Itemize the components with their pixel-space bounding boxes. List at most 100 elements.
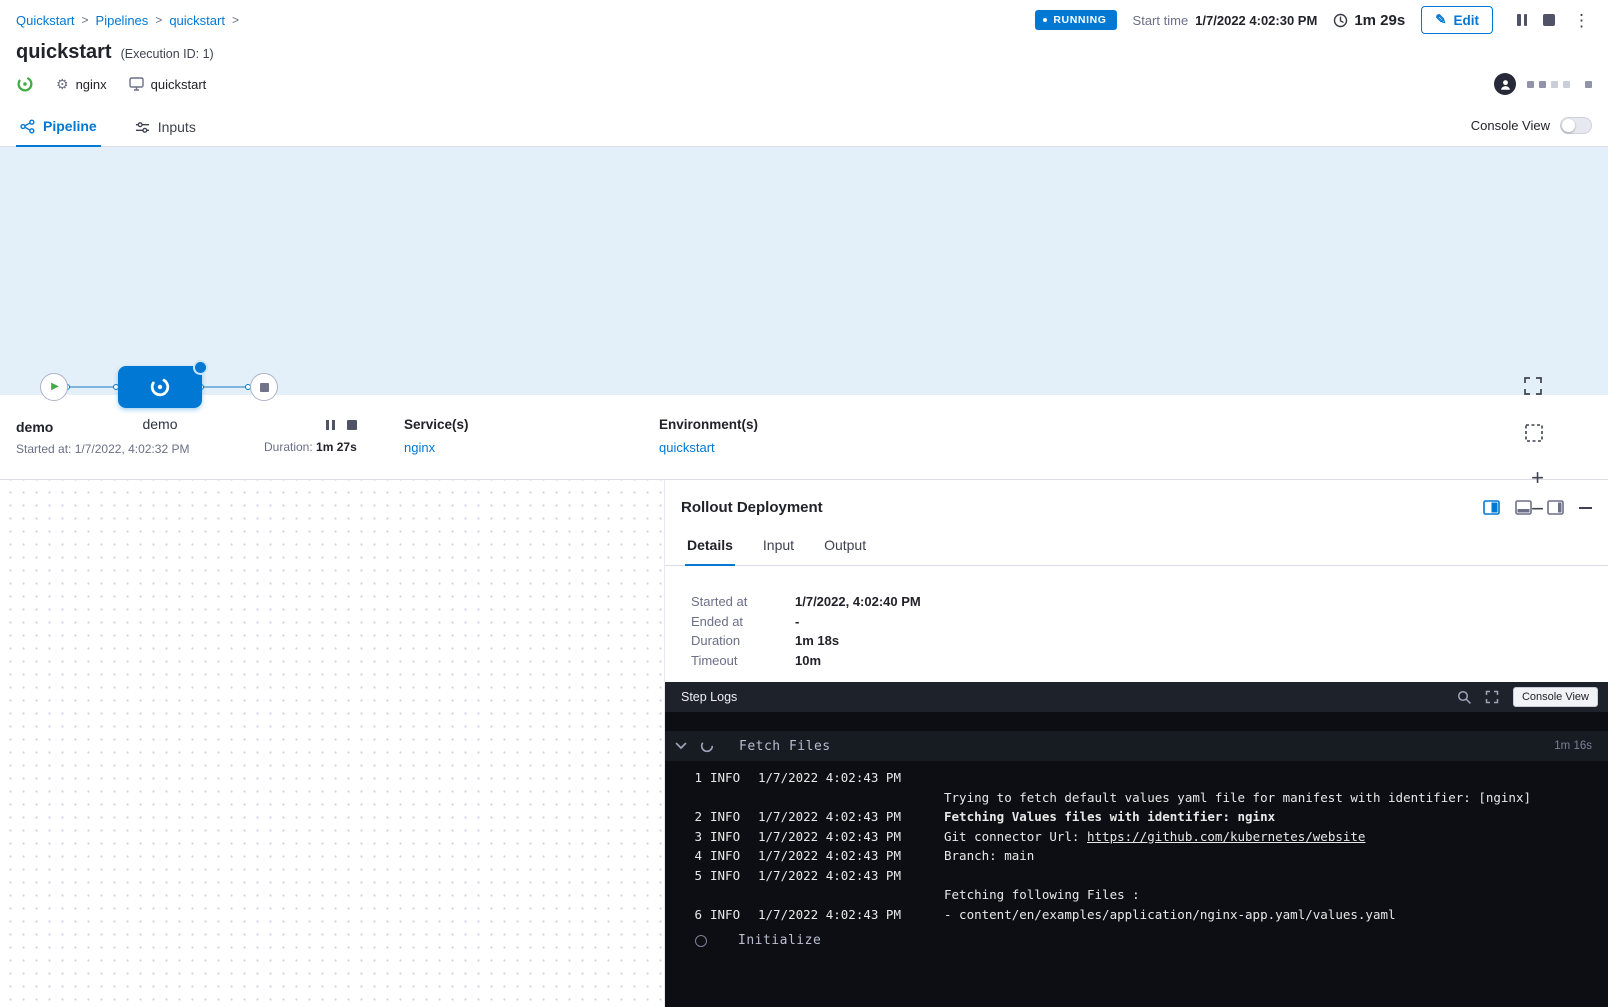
detail-label: Timeout (691, 651, 795, 671)
meta-row: ⚙ nginx quickstart (0, 71, 1608, 105)
log-message: Git connector Url: https://github.com/ku… (944, 827, 1592, 847)
service-chip[interactable]: ⚙ nginx (56, 77, 107, 92)
step-panel-title: Rollout Deployment (681, 499, 1483, 516)
search-icon[interactable] (1457, 690, 1471, 704)
stage-summary-bar: demo Started at: 1/7/2022, 4:02:32 PM Du… (0, 395, 1608, 480)
marquee-select-button[interactable] (1524, 423, 1544, 443)
log-timestamp: 1/7/2022 4:02:43 PM (758, 905, 944, 925)
tab-inputs[interactable]: Inputs (131, 109, 200, 146)
user-avatar[interactable] (1494, 73, 1516, 95)
log-message: Fetching Values files with identifier: n… (944, 807, 1592, 827)
log-level: INFO (710, 905, 758, 925)
stage-node-demo[interactable] (118, 366, 202, 408)
log-timestamp: 1/7/2022 4:02:43 PM (758, 827, 944, 847)
fullscreen-button[interactable] (1522, 375, 1544, 397)
layout-split-large-icon[interactable] (1547, 500, 1564, 515)
tab-details[interactable]: Details (685, 529, 735, 566)
layout-split-right-icon[interactable] (1483, 500, 1500, 515)
stage-graph-canvas[interactable]: ▶ demo + − (0, 147, 1608, 395)
layout-split-bottom-icon[interactable] (1515, 500, 1532, 515)
cd-module-icon (16, 75, 34, 93)
start-time: Start time1/7/2022 4:02:30 PM (1133, 13, 1318, 28)
edit-button-label: Edit (1454, 13, 1480, 28)
environment-link[interactable]: quickstart (659, 440, 715, 455)
zoom-out-button[interactable]: − (1531, 498, 1544, 520)
service-link[interactable]: nginx (404, 440, 435, 455)
pending-circle-icon (695, 935, 707, 947)
console-view-button[interactable]: Console View (1513, 687, 1598, 707)
detail-row: Started at 1/7/2022, 4:02:40 PM (691, 592, 1582, 612)
log-timestamp: 1/7/2022 4:02:43 PM (758, 846, 944, 866)
bottom-split: ⚙ ✓ Service ✓ Infrastructure Resource Co… (0, 480, 1608, 1007)
tab-pipeline-label: Pipeline (43, 118, 97, 134)
detail-value: 1m 18s (795, 631, 839, 651)
step-panel-header: Rollout Deployment (665, 480, 1608, 529)
pipeline-end-node (250, 373, 278, 401)
breadcrumb-link-quickstart[interactable]: Quickstart (16, 13, 75, 28)
log-line: 1 INFO 1/7/2022 4:02:43 PM (694, 768, 1592, 788)
log-timestamp: 1/7/2022 4:02:43 PM (758, 866, 944, 886)
log-lines[interactable]: 1 INFO 1/7/2022 4:02:43 PM Trying to fet… (665, 761, 1608, 924)
git-connector-link[interactable]: https://github.com/kubernetes/website (1087, 829, 1365, 844)
log-line-number: 6 (694, 905, 702, 925)
stage-status-square[interactable] (1539, 81, 1546, 88)
page-title: quickstart (16, 41, 112, 64)
execution-graph-canvas[interactable]: ⚙ ✓ Service ✓ Infrastructure Resource Co… (0, 480, 664, 1007)
breadcrumb-separator: > (232, 13, 239, 27)
edit-button[interactable]: ✎ Edit (1421, 6, 1493, 34)
log-level: INFO (710, 846, 758, 866)
log-line: 3 INFO 1/7/2022 4:02:43 PM Git connector… (694, 827, 1592, 847)
stage-running-badge (195, 362, 206, 373)
tab-pipeline[interactable]: Pipeline (16, 108, 101, 147)
pipeline-start-node[interactable]: ▶ (40, 373, 68, 401)
console-view-toggle[interactable] (1560, 117, 1592, 134)
breadcrumb-link-pipeline[interactable]: quickstart (169, 13, 225, 28)
stage-status-square[interactable] (1585, 81, 1592, 88)
elapsed-time: 1m 29s (1333, 12, 1405, 29)
zoom-in-button[interactable]: + (1531, 467, 1544, 489)
play-icon: ▶ (51, 382, 59, 392)
clock-icon (1333, 13, 1348, 28)
status-badge: RUNNING (1035, 10, 1116, 30)
log-message: Trying to fetch default values yaml file… (694, 788, 1592, 808)
more-options-icon[interactable]: ⋮ (1571, 12, 1592, 29)
stop-icon (260, 383, 269, 392)
status-badge-label: RUNNING (1053, 14, 1106, 26)
stage-status-square[interactable] (1563, 81, 1570, 88)
execution-id: (Execution ID: 1) (121, 47, 214, 61)
top-bar: Quickstart > Pipelines > quickstart > RU… (0, 0, 1608, 40)
spinner-icon (700, 739, 714, 753)
stage-started-at: Started at: 1/7/2022, 4:02:32 PM (16, 442, 264, 456)
app-root: Quickstart > Pipelines > quickstart > RU… (0, 0, 1608, 1007)
breadcrumb-link-pipelines[interactable]: Pipelines (96, 13, 149, 28)
step-logs-console: Step Logs Console View (665, 682, 1608, 1007)
breadcrumb-separator: > (82, 13, 89, 27)
pause-stage-button[interactable] (326, 420, 335, 430)
stage-status-square[interactable] (1527, 81, 1534, 88)
pause-pipeline-button[interactable] (1517, 14, 1527, 26)
log-line-number: 3 (694, 827, 702, 847)
elapsed-value: 1m 29s (1354, 12, 1405, 29)
toggle-knob (1562, 119, 1575, 132)
expand-logs-icon[interactable] (1485, 690, 1499, 704)
log-level: INFO (710, 768, 758, 788)
stage-status-square[interactable] (1551, 81, 1558, 88)
environment-chip[interactable]: quickstart (129, 77, 207, 92)
minimize-panel-icon[interactable] (1579, 507, 1592, 509)
log-section-fetch-files[interactable]: Fetch Files 1m 16s (665, 731, 1608, 761)
log-section-initialize[interactable]: Initialize (665, 924, 1608, 948)
detail-row: Timeout 10m (691, 651, 1582, 671)
log-message: Branch: main (944, 846, 1592, 866)
step-panel-tabs: Details Input Output (665, 529, 1608, 566)
environment-icon (129, 77, 144, 91)
stop-pipeline-button[interactable] (1543, 14, 1555, 26)
log-section-title: Fetch Files (739, 739, 831, 754)
log-section-title: Initialize (738, 933, 821, 948)
tab-output[interactable]: Output (822, 529, 868, 565)
stage-summary-environments: Environment(s) quickstart (659, 417, 914, 457)
tab-input[interactable]: Input (761, 529, 796, 565)
stop-stage-button[interactable] (347, 420, 357, 430)
detail-label: Started at (691, 592, 795, 612)
status-dot-icon (1043, 18, 1047, 22)
chevron-down-icon[interactable] (675, 742, 687, 750)
